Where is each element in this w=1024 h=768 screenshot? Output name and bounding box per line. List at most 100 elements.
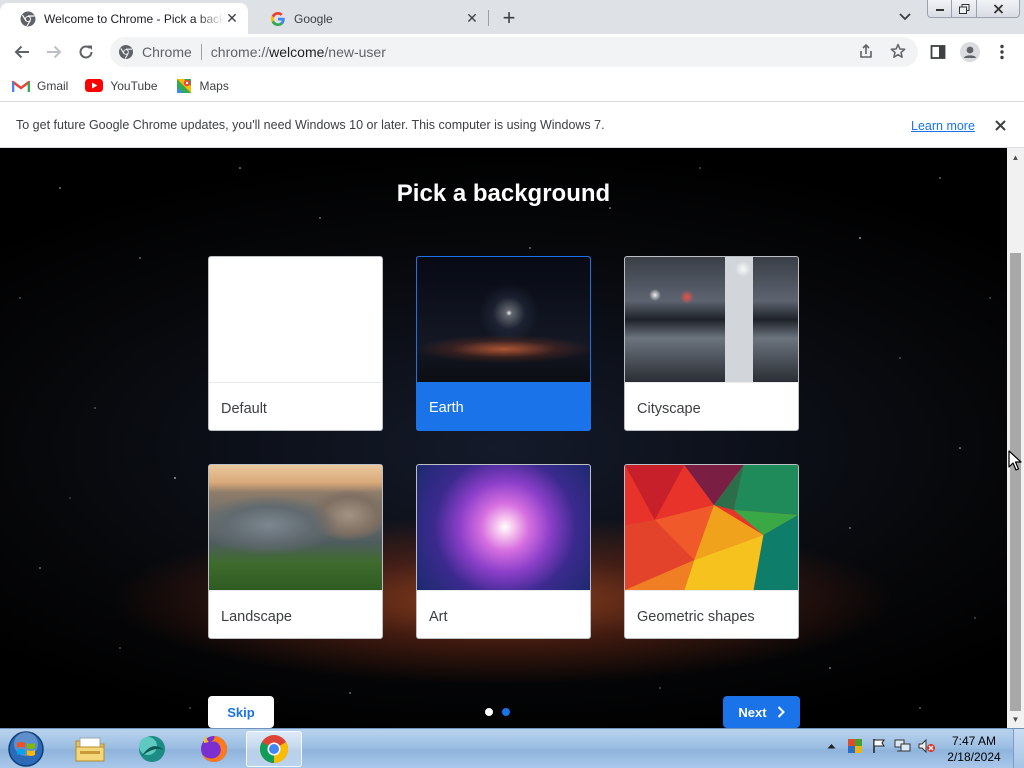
bookmark-label: Maps — [199, 78, 229, 93]
bookmark-maps[interactable]: Maps — [175, 78, 229, 94]
side-panel-icon — [930, 45, 946, 59]
page-scrollbar[interactable]: ▲ ▼ — [1007, 148, 1024, 728]
chevron-up-icon — [827, 744, 835, 749]
star-outline-icon — [890, 43, 906, 58]
welcome-page: Pick a background Default Earth Cityscap… — [0, 148, 1007, 728]
gmail-icon — [12, 78, 30, 94]
background-option-art[interactable]: Art — [416, 464, 591, 639]
update-infobar: To get future Google Chrome updates, you… — [0, 103, 1024, 148]
option-label: Default — [209, 382, 382, 430]
clock-date: 2/18/2024 — [947, 750, 1001, 764]
tab-welcome[interactable]: Welcome to Chrome - Pick a background ✕ — [0, 3, 248, 34]
bookmark-youtube[interactable]: YouTube — [85, 78, 158, 94]
tab-divider — [488, 10, 489, 26]
option-label: Cityscape — [625, 382, 798, 430]
tray-app-icon[interactable] — [844, 735, 866, 757]
landscape-thumbnail — [209, 465, 382, 590]
taskbar-firefox[interactable] — [186, 731, 242, 767]
taskbar-app[interactable] — [124, 731, 180, 767]
background-option-earth[interactable]: Earth — [416, 256, 591, 431]
scroll-down-arrow-icon[interactable]: ▼ — [1007, 712, 1024, 726]
windows-logo-icon — [8, 731, 44, 767]
step-dot-1 — [485, 708, 493, 716]
taskbar-chrome[interactable] — [246, 731, 302, 767]
show-desktop-button[interactable] — [1013, 729, 1024, 768]
tab-search-button[interactable] — [894, 8, 916, 26]
step-dot-2-active — [502, 708, 510, 716]
infobar-message: To get future Google Chrome updates, you… — [16, 118, 605, 132]
restore-icon — [958, 3, 969, 14]
close-icon — [994, 119, 1006, 131]
starfield-background — [19, 167, 991, 709]
chevron-down-icon — [899, 13, 911, 21]
next-label: Next — [738, 704, 767, 720]
maps-icon — [175, 78, 193, 94]
forward-button[interactable] — [40, 38, 68, 66]
windows-explorer-icon — [75, 737, 105, 762]
reload-button[interactable] — [72, 38, 100, 66]
tab-google[interactable]: Google ✕ — [250, 3, 488, 34]
arrow-left-icon — [14, 45, 29, 59]
option-label: Art — [417, 590, 590, 638]
default-thumbnail — [209, 257, 382, 382]
profile-avatar-icon — [960, 42, 980, 62]
step-indicator — [485, 708, 519, 716]
network-icon[interactable] — [892, 735, 914, 757]
background-option-cityscape[interactable]: Cityscape — [624, 256, 799, 431]
scroll-up-arrow-icon[interactable]: ▲ — [1007, 150, 1024, 164]
art-thumbnail — [417, 465, 590, 590]
bookmark-star-button[interactable] — [888, 41, 908, 61]
skip-button[interactable]: Skip — [208, 696, 274, 728]
share-button[interactable] — [856, 41, 876, 61]
restore-window-button[interactable] — [951, 0, 977, 18]
youtube-icon — [85, 78, 104, 94]
profile-button[interactable] — [958, 40, 982, 64]
page-origin-chip: Chrome — [142, 44, 192, 60]
tab-strip: Welcome to Chrome - Pick a background ✕ … — [0, 0, 1024, 34]
close-infobar-button[interactable] — [991, 116, 1009, 134]
bookmarks-bar: Gmail YouTube Maps — [0, 70, 1024, 102]
learn-more-link[interactable]: Learn more — [911, 119, 975, 133]
system-tray — [820, 735, 940, 757]
close-tab-icon[interactable]: ✕ — [464, 10, 480, 27]
browser-toolbar: Chrome chrome://welcome/new-user — [0, 34, 1024, 70]
more-vert-icon — [1000, 44, 1004, 60]
bookmark-label: Gmail — [37, 78, 69, 93]
google-g-icon — [270, 11, 286, 27]
page-title: Pick a background — [396, 180, 611, 207]
chevron-right-icon — [777, 706, 785, 718]
next-button[interactable]: Next — [723, 696, 800, 728]
tab-title: Google — [294, 11, 333, 26]
volume-muted-icon[interactable] — [916, 735, 938, 757]
background-option-geometric-shapes[interactable]: Geometric shapes — [624, 464, 799, 639]
background-option-landscape[interactable]: Landscape — [208, 464, 383, 639]
omnibox-divider — [200, 44, 202, 60]
taskbar-clock[interactable]: 7:47 AM 2/18/2024 — [938, 733, 1010, 765]
minimize-icon — [935, 8, 944, 11]
show-hidden-icons-button[interactable] — [820, 735, 842, 757]
bookmark-gmail[interactable]: Gmail — [12, 78, 68, 94]
arrow-right-icon — [47, 45, 62, 59]
chrome-icon — [260, 735, 288, 763]
close-tab-icon[interactable]: ✕ — [224, 10, 240, 27]
close-window-button[interactable] — [976, 0, 1020, 18]
windows-taskbar: 7:47 AM 2/18/2024 — [0, 728, 1024, 768]
start-button[interactable] — [6, 730, 46, 768]
address-bar[interactable]: Chrome chrome://welcome/new-user — [110, 37, 918, 67]
chrome-site-icon — [118, 44, 134, 60]
side-panel-button[interactable] — [926, 40, 950, 64]
geometric-shapes-thumbnail — [625, 465, 798, 590]
back-button[interactable] — [8, 38, 36, 66]
new-tab-button[interactable]: + — [497, 5, 521, 30]
chrome-logo-icon — [20, 11, 36, 27]
close-icon — [993, 3, 1003, 14]
background-option-default[interactable]: Default — [208, 256, 383, 431]
option-label: Geometric shapes — [625, 590, 798, 638]
minimize-window-button[interactable] — [927, 0, 952, 18]
action-center-flag-icon[interactable] — [868, 735, 890, 757]
chrome-menu-button[interactable] — [990, 40, 1014, 64]
taskbar-explorer[interactable] — [62, 731, 118, 767]
mouse-pointer-icon — [1008, 450, 1022, 471]
app-icon — [139, 736, 165, 762]
scrollbar-thumb[interactable] — [1010, 253, 1021, 711]
